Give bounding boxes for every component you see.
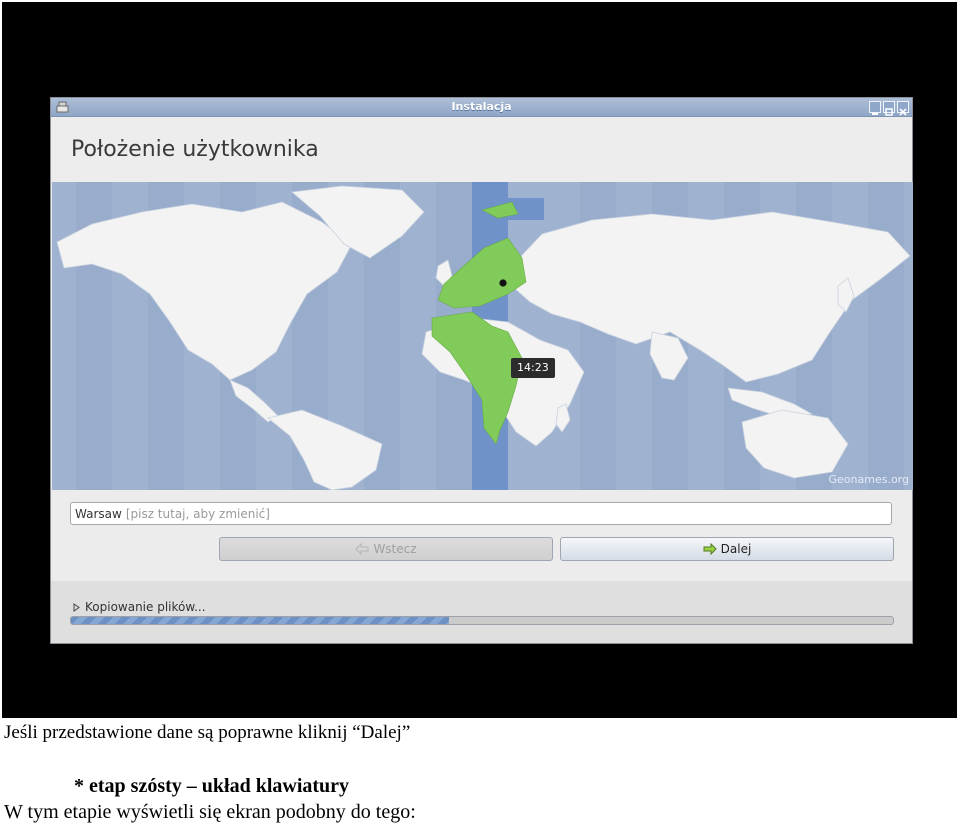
maximize-icon [885,108,893,116]
window-title: Instalacja [451,100,512,113]
status-expander[interactable]: Kopiowanie plików... [73,600,206,614]
desktop-screen: Instalacja Położenie użytkownika 14:23 G… [2,2,957,718]
maximize-button[interactable] [883,101,895,116]
time-label: 14:23 [511,358,555,378]
timezone-map[interactable]: 14:23 Geonames.org [52,182,913,490]
arrow-left-icon [355,543,369,555]
back-button[interactable]: Wstecz [219,537,553,561]
caption-heading: * etap szósty – układ klawiatury [74,775,350,797]
next-button-label: Dalej [720,542,752,556]
installer-window: Instalacja Położenie użytkownika 14:23 G… [50,97,913,644]
caption-instruction: Jeśli przedstawione dane są poprawne kli… [4,722,411,743]
status-area: Kopiowanie plików... [51,581,912,643]
minimize-icon [872,113,878,115]
location-input[interactable]: Warsaw [pisz tutaj, aby zmienić] [70,502,892,525]
location-marker [499,279,507,287]
window-titlebar[interactable]: Instalacja [51,98,912,117]
caption-description: W tym etapie wyświetli się ekran podobny… [4,801,416,823]
location-placeholder: [pisz tutaj, aby zmienić] [125,506,270,521]
map-attribution: Geonames.org [828,473,910,486]
back-button-label: Wstecz [373,542,417,556]
arrow-right-icon [703,543,717,555]
next-button[interactable]: Dalej [560,537,894,561]
close-button[interactable] [897,101,909,116]
expander-arrow-icon [73,602,80,612]
minimize-button[interactable] [869,101,881,115]
page-title: Położenie użytkownika [71,137,319,162]
copy-progress-bar [70,616,894,625]
world-map[interactable] [52,182,913,490]
close-icon [899,108,907,116]
progress-fill [71,617,450,624]
location-value: Warsaw [75,506,122,521]
page-header: Położenie użytkownika [51,117,912,182]
status-label: Kopiowanie plików... [85,600,206,614]
